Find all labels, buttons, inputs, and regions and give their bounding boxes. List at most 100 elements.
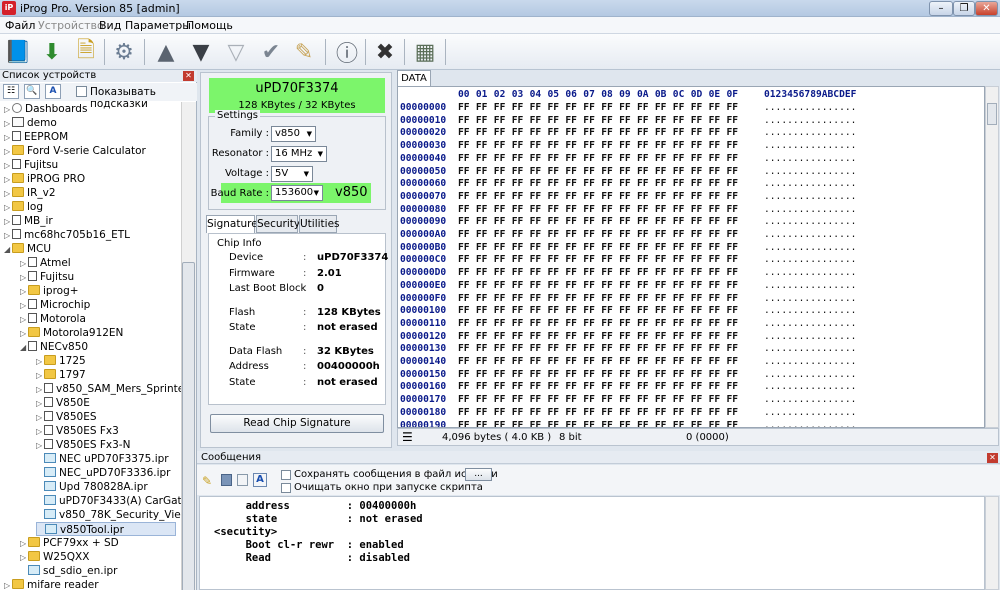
- tree-item[interactable]: ▷ demo: [4, 116, 57, 130]
- hex-scrollbar[interactable]: [985, 86, 999, 428]
- hex-byte[interactable]: FF: [565, 140, 577, 151]
- expand-arrow-icon[interactable]: ▷: [4, 215, 12, 229]
- hex-byte[interactable]: FF: [673, 204, 685, 215]
- hex-byte[interactable]: FF: [655, 420, 667, 428]
- hex-byte[interactable]: FF: [530, 242, 542, 253]
- hex-byte[interactable]: FF: [494, 369, 506, 380]
- hex-byte[interactable]: FF: [548, 381, 560, 392]
- hex-byte[interactable]: FF: [619, 343, 631, 354]
- close-panel-icon[interactable]: ✕: [183, 71, 194, 81]
- hex-byte[interactable]: FF: [655, 407, 667, 418]
- hex-byte[interactable]: FF: [565, 102, 577, 113]
- tree-item[interactable]: ▷ Ford V-serie Calculator: [4, 144, 146, 158]
- hex-byte[interactable]: FF: [512, 394, 524, 405]
- hex-byte[interactable]: FF: [727, 305, 739, 316]
- hex-byte[interactable]: FF: [548, 102, 560, 113]
- hex-byte[interactable]: FF: [530, 407, 542, 418]
- hex-byte[interactable]: FF: [673, 343, 685, 354]
- tab-utilities[interactable]: Utilities: [299, 215, 340, 233]
- save-history-checkbox[interactable]: [281, 470, 291, 480]
- hex-byte[interactable]: FF: [494, 356, 506, 367]
- hex-byte[interactable]: FF: [583, 331, 595, 342]
- hex-byte[interactable]: FF: [548, 369, 560, 380]
- hex-byte[interactable]: FF: [548, 242, 560, 253]
- hex-byte[interactable]: FF: [476, 267, 488, 278]
- hex-byte[interactable]: FF: [691, 420, 703, 428]
- hex-byte[interactable]: FF: [637, 356, 649, 367]
- hex-byte[interactable]: FF: [530, 394, 542, 405]
- hex-byte[interactable]: FF: [691, 191, 703, 202]
- hex-byte[interactable]: FF: [530, 280, 542, 291]
- tree-item[interactable]: ▷ IR_v2: [4, 186, 56, 200]
- hex-byte[interactable]: FF: [709, 254, 721, 265]
- hex-byte[interactable]: FF: [709, 204, 721, 215]
- hex-byte[interactable]: FF: [709, 140, 721, 151]
- hex-byte[interactable]: FF: [458, 420, 470, 428]
- expand-arrow-icon[interactable]: ▷: [4, 201, 12, 215]
- hex-byte[interactable]: FF: [565, 381, 577, 392]
- hex-byte[interactable]: FF: [458, 356, 470, 367]
- hex-byte[interactable]: FF: [530, 216, 542, 227]
- hex-byte[interactable]: FF: [655, 343, 667, 354]
- expand-arrow-icon[interactable]: ▷: [4, 159, 12, 173]
- hex-byte[interactable]: FF: [619, 318, 631, 329]
- hex-byte[interactable]: FF: [476, 191, 488, 202]
- hex-byte[interactable]: FF: [637, 191, 649, 202]
- hex-byte[interactable]: FF: [494, 293, 506, 304]
- hex-byte[interactable]: FF: [619, 407, 631, 418]
- hex-byte[interactable]: FF: [583, 140, 595, 151]
- hex-byte[interactable]: FF: [655, 331, 667, 342]
- hex-byte[interactable]: FF: [512, 343, 524, 354]
- hex-byte[interactable]: FF: [476, 420, 488, 428]
- expand-arrow-icon[interactable]: ▷: [4, 131, 12, 145]
- tree-item[interactable]: ▷ V850ES Fx3: [36, 424, 119, 438]
- hex-byte[interactable]: FF: [530, 127, 542, 138]
- hex-byte[interactable]: FF: [494, 254, 506, 265]
- hex-byte[interactable]: FF: [476, 102, 488, 113]
- hex-byte[interactable]: FF: [476, 381, 488, 392]
- hex-byte[interactable]: FF: [458, 293, 470, 304]
- tools-icon[interactable]: ⚙: [110, 38, 138, 66]
- hex-byte[interactable]: FF: [476, 204, 488, 215]
- hex-byte[interactable]: FF: [673, 394, 685, 405]
- hex-byte[interactable]: FF: [637, 394, 649, 405]
- hex-byte[interactable]: FF: [512, 229, 524, 240]
- hex-byte[interactable]: FF: [548, 254, 560, 265]
- hex-byte[interactable]: FF: [494, 216, 506, 227]
- hex-byte[interactable]: FF: [548, 191, 560, 202]
- hex-byte[interactable]: FF: [530, 381, 542, 392]
- hex-byte[interactable]: FF: [727, 229, 739, 240]
- info-icon[interactable]: ⓘ: [333, 38, 361, 67]
- hex-byte[interactable]: FF: [565, 267, 577, 278]
- hex-byte[interactable]: FF: [565, 293, 577, 304]
- hex-byte[interactable]: FF: [601, 318, 613, 329]
- hex-byte[interactable]: FF: [673, 356, 685, 367]
- hex-byte[interactable]: FF: [655, 127, 667, 138]
- copy-icon[interactable]: [237, 474, 248, 486]
- hex-byte[interactable]: FF: [494, 153, 506, 164]
- hex-byte[interactable]: FF: [512, 331, 524, 342]
- hex-byte[interactable]: FF: [673, 127, 685, 138]
- hex-byte[interactable]: FF: [583, 254, 595, 265]
- hex-byte[interactable]: FF: [458, 369, 470, 380]
- hex-byte[interactable]: FF: [637, 293, 649, 304]
- hex-byte[interactable]: FF: [673, 267, 685, 278]
- hex-byte[interactable]: FF: [530, 229, 542, 240]
- hex-byte[interactable]: FF: [548, 166, 560, 177]
- hex-byte[interactable]: FF: [637, 407, 649, 418]
- hex-byte[interactable]: FF: [512, 420, 524, 428]
- hex-byte[interactable]: FF: [637, 254, 649, 265]
- tree-item[interactable]: ▷ mifare reader: [4, 578, 99, 590]
- hex-byte[interactable]: FF: [458, 115, 470, 126]
- hex-byte[interactable]: FF: [583, 293, 595, 304]
- hex-byte[interactable]: FF: [565, 407, 577, 418]
- hex-byte[interactable]: FF: [565, 369, 577, 380]
- hex-byte[interactable]: FF: [709, 102, 721, 113]
- hex-byte[interactable]: FF: [727, 356, 739, 367]
- hex-byte[interactable]: FF: [548, 204, 560, 215]
- hex-byte[interactable]: FF: [709, 191, 721, 202]
- tree-item[interactable]: ▷ V850ES: [36, 410, 97, 424]
- tree-item[interactable]: ◢ NECv850: [20, 340, 88, 354]
- hex-byte[interactable]: FF: [601, 216, 613, 227]
- hex-byte[interactable]: FF: [548, 140, 560, 151]
